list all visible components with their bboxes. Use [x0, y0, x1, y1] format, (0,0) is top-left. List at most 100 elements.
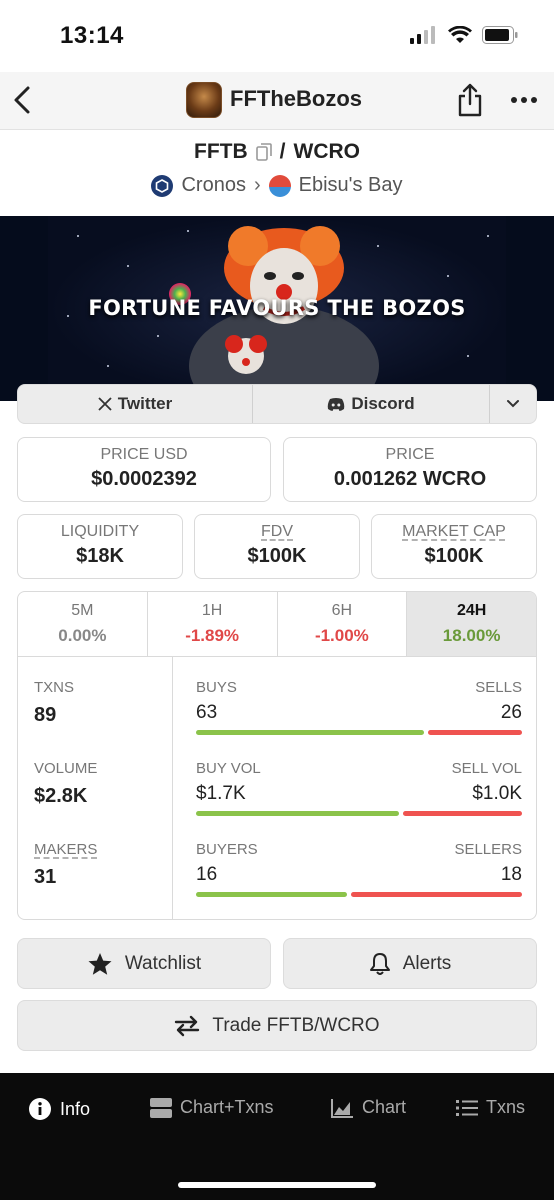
market-cap-label: MARKET CAP — [402, 523, 506, 540]
tab-label: 6H — [331, 602, 353, 619]
project-banner: FORTUNE FAVOURS THE BOZOS — [0, 216, 554, 401]
makers-value: 31 — [34, 866, 57, 888]
cronos-icon — [151, 174, 174, 197]
pair-info: FFTB / WCRO Cronos › Ebisu's Bay — [0, 140, 554, 197]
bell-icon — [369, 952, 390, 975]
area-chart-icon — [331, 1098, 353, 1118]
chevron-down-icon — [507, 400, 519, 408]
sell-vol-bar-fill — [402, 811, 522, 816]
volume-label: VOLUME — [34, 760, 98, 777]
volume-stat: VOLUME $2.8K — [34, 760, 97, 808]
sell-vol-value: $1.0K — [472, 783, 522, 804]
discord-label: Discord — [351, 394, 415, 413]
quote-token: WCRO — [293, 140, 361, 163]
buyers-label: BUYERS — [196, 841, 258, 858]
dex-link[interactable]: Ebisu's Bay — [299, 174, 403, 197]
fdv-value: $100K — [247, 545, 307, 567]
bottom-navigation: Info Chart+Txns Chart Txns — [0, 1073, 554, 1200]
volume-value: $2.8K — [34, 785, 88, 807]
more-options-icon[interactable] — [510, 90, 538, 110]
price-usd-value: $0.0002392 — [91, 468, 197, 490]
txns-value: 89 — [34, 704, 57, 726]
trade-button[interactable]: Trade FFTB/WCRO — [17, 1000, 537, 1051]
info-icon — [29, 1098, 51, 1120]
list-icon — [456, 1099, 478, 1116]
tab-6h[interactable]: 6H -1.00% — [278, 592, 408, 656]
buyers-sellers-row: BUYERS SELLERS 16 18 — [196, 841, 522, 897]
fdv-label: FDV — [261, 523, 293, 540]
price-native-card: PRICE 0.001262 WCRO — [283, 437, 537, 502]
nav-chart[interactable]: Chart — [330, 1097, 406, 1118]
buyers-sellers-bar — [196, 892, 522, 897]
volume-row: BUY VOL SELL VOL $1.7K $1.0K — [196, 760, 522, 816]
share-icon[interactable] — [456, 82, 484, 118]
tab-change: -1.00% — [314, 626, 369, 645]
chain-link[interactable]: Cronos — [181, 174, 245, 197]
tab-label: 5M — [71, 602, 94, 619]
status-bar: 13:14 — [0, 0, 554, 72]
swap-arrows-icon — [175, 1015, 200, 1036]
fdv-card[interactable]: FDV $100K — [194, 514, 360, 579]
buys-label: BUYS — [196, 679, 237, 696]
tab-5m[interactable]: 5M 0.00% — [18, 592, 148, 656]
nav-txns-label: Txns — [486, 1097, 526, 1117]
status-time: 13:14 — [60, 22, 124, 49]
nav-txns[interactable]: Txns — [456, 1097, 525, 1118]
buys-bar-fill — [196, 730, 424, 735]
chart-txns-icon — [150, 1097, 172, 1118]
discord-button[interactable]: Discord — [253, 385, 490, 423]
price-usd-label: PRICE USD — [100, 446, 188, 463]
copy-icon[interactable] — [255, 143, 272, 161]
tab-1h[interactable]: 1H -1.89% — [148, 592, 278, 656]
sells-label: SELLS — [475, 679, 522, 696]
tab-label: 1H — [201, 602, 223, 619]
discord-icon — [328, 398, 345, 411]
alerts-label: Alerts — [402, 952, 452, 974]
battery-icon — [482, 26, 518, 44]
expand-socials-button[interactable] — [490, 385, 536, 423]
nav-chart-txns[interactable]: Chart+Txns — [150, 1097, 274, 1118]
sell-vol-label: SELL VOL — [451, 760, 522, 777]
base-token: FFTB — [194, 140, 248, 163]
trade-label: Trade FFTB/WCRO — [212, 1014, 380, 1036]
twitter-button[interactable]: Twitter — [18, 385, 253, 423]
tab-change: 18.00% — [442, 626, 501, 645]
nav-chart-txns-label: Chart+Txns — [180, 1097, 274, 1117]
tab-24h[interactable]: 24H 18.00% — [407, 592, 536, 656]
status-icons — [410, 26, 518, 44]
market-cap-card[interactable]: MARKET CAP $100K — [371, 514, 537, 579]
x-logo-icon — [98, 397, 112, 411]
txns-label: TXNS — [34, 679, 75, 696]
liquidity-label: LIQUIDITY — [60, 523, 140, 540]
sellers-label: SELLERS — [454, 841, 522, 858]
price-usd-card: PRICE USD $0.0002392 — [17, 437, 271, 502]
sells-value: 26 — [500, 702, 522, 723]
tab-label: 24H — [456, 602, 487, 619]
alerts-button[interactable]: Alerts — [283, 938, 537, 989]
buyers-bar-fill — [196, 892, 348, 897]
watchlist-button[interactable]: Watchlist — [17, 938, 271, 989]
buys-sells-row: BUYS SELLS 63 26 — [196, 679, 522, 735]
buy-vol-bar-fill — [196, 811, 399, 816]
home-indicator — [178, 1182, 376, 1188]
app-header: FFTheBozos — [0, 72, 554, 130]
signal-icon — [410, 26, 435, 44]
twitter-label: Twitter — [117, 394, 173, 413]
buys-value: 63 — [196, 702, 218, 723]
trade-stats: TXNS 89 VOLUME $2.8K MAKERS 31 BUYS SELL… — [18, 657, 536, 919]
tab-change: -1.89% — [185, 626, 240, 645]
sellers-value: 18 — [500, 864, 522, 885]
liquidity-card: LIQUIDITY $18K — [17, 514, 183, 579]
sells-bar-fill — [427, 730, 522, 735]
nav-info[interactable]: Info — [28, 1097, 90, 1121]
buyers-value: 16 — [196, 864, 218, 885]
txns-stat: TXNS 89 — [34, 679, 74, 727]
price-native-label: PRICE — [385, 446, 435, 463]
makers-stat[interactable]: MAKERS 31 — [34, 841, 97, 889]
buy-vol-label: BUY VOL — [196, 760, 261, 777]
back-icon[interactable] — [10, 82, 34, 118]
nav-info-label: Info — [60, 1098, 91, 1119]
makers-label: MAKERS — [34, 841, 98, 858]
banner-tagline: FORTUNE FAVOURS THE BOZOS — [88, 296, 466, 320]
market-cap-value: $100K — [424, 545, 484, 567]
